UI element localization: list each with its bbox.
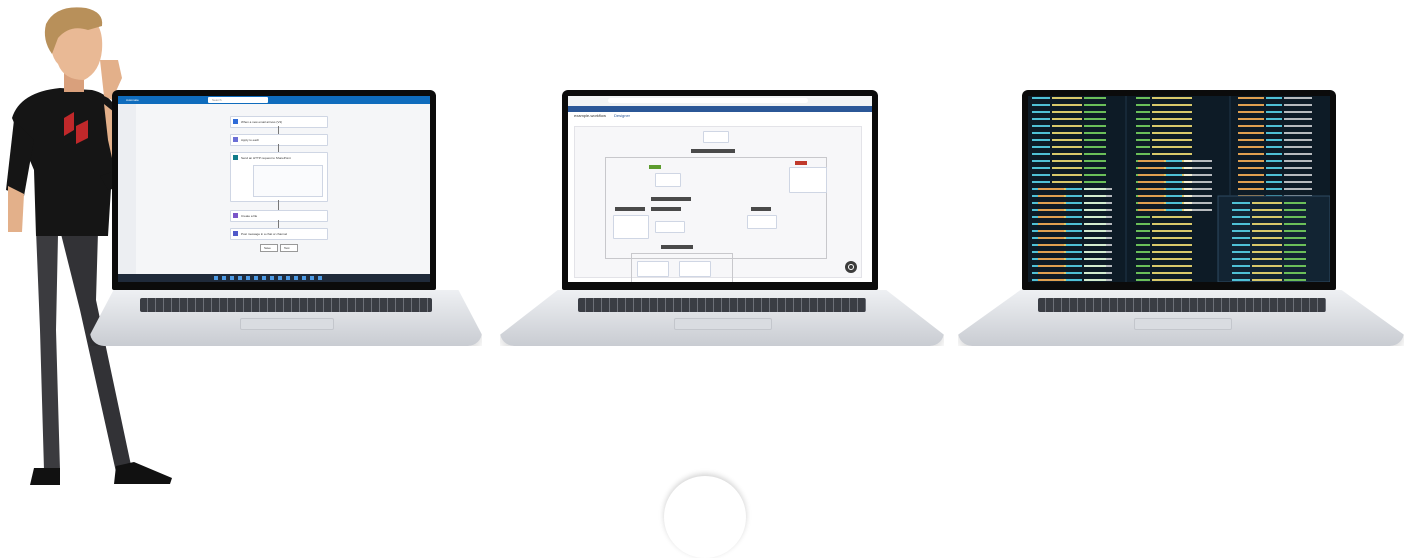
file-icon: [233, 213, 238, 218]
workflow-node[interactable]: [747, 215, 777, 229]
workflow-node[interactable]: [679, 261, 711, 277]
trackpad: [674, 318, 772, 330]
taskbar: [118, 274, 430, 282]
mail-icon: [233, 119, 238, 124]
tab-designer[interactable]: Designer: [614, 114, 630, 118]
workflow-node[interactable]: [613, 215, 649, 239]
search-placeholder: Search: [212, 98, 222, 102]
left-nav: [118, 104, 136, 274]
laptop-base: [958, 290, 1404, 346]
teams-icon: [233, 231, 238, 236]
ribbon: [568, 106, 872, 112]
scroll-indicator[interactable]: [664, 476, 746, 558]
app-bar: Automate Search: [118, 96, 430, 104]
save-button[interactable]: Save: [260, 244, 278, 252]
workflow-node[interactable]: [789, 167, 827, 193]
search-icon: [848, 264, 854, 270]
keyboard: [1038, 298, 1326, 312]
trackpad: [240, 318, 334, 330]
laptop-code-editor: [958, 88, 1406, 350]
flow-step-expanded[interactable]: Send an HTTP request to SharePoint: [230, 152, 328, 202]
zoom-button[interactable]: [845, 261, 857, 273]
flow-step[interactable]: Post message in a chat or channel: [230, 228, 328, 240]
keyboard: [140, 298, 432, 312]
workflow-node[interactable]: [655, 221, 685, 233]
workflow-node[interactable]: [655, 173, 681, 187]
flow-step[interactable]: When a new email arrives (V3): [230, 116, 328, 128]
search-input[interactable]: Search: [208, 97, 268, 103]
app-bar-title: Automate: [126, 98, 139, 102]
keyboard: [578, 298, 866, 312]
flow-step[interactable]: Create a file: [230, 210, 328, 222]
laptop-workflow-designer: example-workflow Designer: [500, 88, 946, 350]
laptop-power-automate: Automate Search When a new email arrives…: [90, 88, 490, 350]
sharepoint-icon: [233, 155, 238, 160]
screen-code-editor: [1028, 96, 1330, 282]
page-title: example-workflow: [574, 113, 607, 118]
screen-workflow-designer: example-workflow Designer: [568, 96, 872, 282]
flow-step[interactable]: Apply to each: [230, 134, 328, 146]
workflow-node[interactable]: [703, 131, 729, 143]
trackpad: [1134, 318, 1232, 330]
laptop-base: [90, 290, 482, 346]
test-button[interactable]: Test: [280, 244, 298, 252]
designer-canvas[interactable]: [574, 126, 862, 282]
screen-flow-editor: Automate Search When a new email arrives…: [118, 96, 430, 282]
laptop-base: [500, 290, 944, 346]
code-lines: [1028, 96, 1330, 282]
loop-icon: [233, 137, 238, 142]
workflow-node[interactable]: [637, 261, 669, 277]
